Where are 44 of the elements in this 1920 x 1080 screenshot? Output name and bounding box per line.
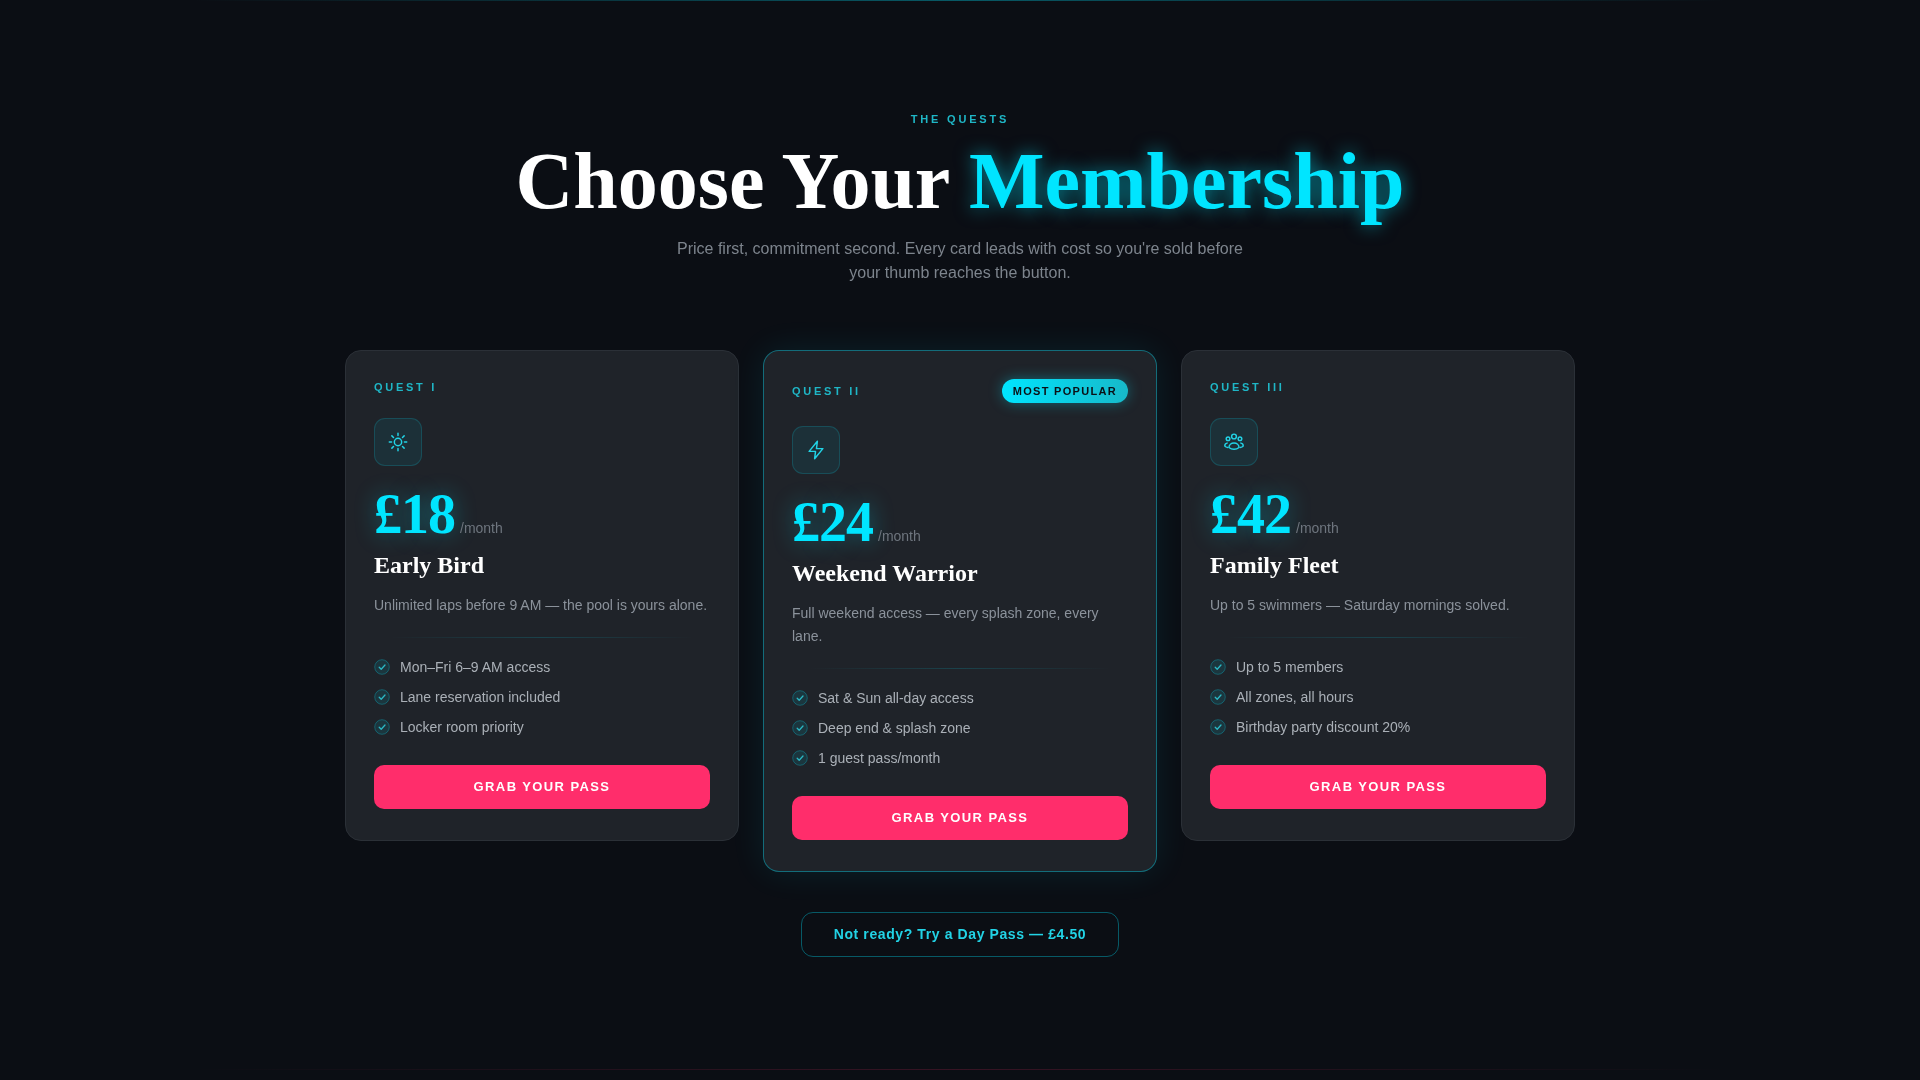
check-icon	[792, 750, 808, 767]
check-icon	[374, 719, 390, 736]
check-icon	[1210, 689, 1226, 706]
lightning-icon	[792, 426, 840, 474]
section-eyebrow: THE QUESTS	[909, 112, 1011, 127]
check-icon	[1210, 659, 1226, 676]
plan-tier-label: QUEST I	[374, 380, 437, 395]
plan-description: Up to 5 swimmers — Saturday mornings solved.	[1210, 595, 1511, 615]
people-group-icon	[1210, 418, 1258, 466]
feature-text: Lane reservation included	[400, 687, 561, 707]
plan-price: £24	[792, 494, 873, 550]
feature-text: Locker room priority	[400, 717, 524, 737]
page-heading: Choose Your Membership	[514, 137, 1406, 225]
check-icon	[374, 659, 390, 676]
plan-price: £18	[374, 486, 455, 542]
plan-name: Family Fleet	[1210, 551, 1340, 580]
feature-text: Birthday party discount 20%	[1236, 717, 1411, 737]
check-icon	[374, 689, 390, 706]
plan-tier-label: QUEST II	[792, 384, 861, 399]
price-period: /month	[1296, 519, 1339, 538]
plan-name: Weekend Warrior	[792, 559, 979, 588]
check-icon	[792, 720, 808, 737]
grab-pass-button[interactable]: GRAB YOUR PASS	[374, 764, 710, 809]
feature-text: 1 guest pass/month	[818, 748, 941, 768]
feature-text: Deep end & splash zone	[818, 718, 971, 738]
popular-badge: MOST POPULAR	[1001, 379, 1128, 403]
feature-text: All zones, all hours	[1236, 687, 1354, 707]
plan-price: £42	[1210, 486, 1291, 542]
sun-icon	[374, 418, 422, 466]
plan-tier-label: QUEST III	[1210, 380, 1285, 395]
feature-text: Mon–Fri 6–9 AM access	[400, 657, 551, 677]
feature-text: Up to 5 members	[1236, 657, 1344, 677]
grab-pass-button[interactable]: GRAB YOUR PASS	[792, 795, 1128, 840]
feature-text: Sat & Sun all-day access	[818, 688, 974, 708]
page-subtitle: Price first, commitment second. Every card leads with cost so you're sold before your thumb reaches the button.	[676, 239, 1244, 283]
plan-name: Early Bird	[374, 551, 485, 580]
check-icon	[1210, 719, 1226, 736]
price-period: /month	[460, 519, 503, 538]
grab-pass-button[interactable]: GRAB YOUR PASS	[1210, 764, 1546, 809]
plan-description: Unlimited laps before 9 AM — the pool is yours alone.	[374, 595, 709, 615]
price-period: /month	[878, 527, 921, 546]
plan-description: Full weekend access — every splash zone, every lane.	[792, 603, 1100, 646]
check-icon	[792, 690, 808, 707]
day-pass-button[interactable]: Not ready? Try a Day Pass — £4.50	[800, 911, 1120, 957]
